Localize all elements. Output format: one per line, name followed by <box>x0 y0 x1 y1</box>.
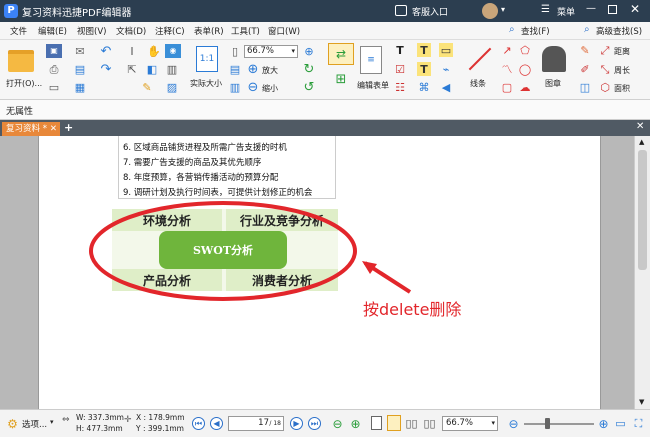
status-zoom-value: 66.7% <box>446 418 474 428</box>
zoom-out-icon[interactable]: ⊖ <box>507 417 520 430</box>
y-readout: Y : 399.1mm <box>136 424 184 433</box>
continuous-page-icon[interactable] <box>387 415 401 431</box>
zoom-slider-thumb[interactable] <box>545 418 550 429</box>
size-icon: ⇔ <box>62 415 70 425</box>
facing-page-icon[interactable]: ▯▯ <box>404 416 419 430</box>
page-total: / 18 <box>269 420 281 427</box>
page-number-value: 17 <box>258 418 269 428</box>
x-readout: X : 178.9mm <box>136 413 185 422</box>
single-page-icon[interactable] <box>371 416 382 430</box>
zoom-in-icon[interactable]: ⊕ <box>597 417 610 430</box>
forward-icon[interactable]: ⊕ <box>349 417 362 430</box>
back-icon[interactable]: ⊖ <box>331 417 344 430</box>
width-readout: W: 337.3mm <box>76 413 124 422</box>
options-button[interactable]: 选项... <box>22 418 47 430</box>
last-page-button[interactable]: ⏭ <box>308 417 321 430</box>
fit-window-icon[interactable]: ▭ <box>614 417 627 430</box>
first-page-button[interactable]: ⏮ <box>192 417 205 430</box>
fullscreen-icon[interactable]: ⛶ <box>632 417 645 430</box>
status-zoom-select[interactable]: 66.7% ▾ <box>442 416 498 431</box>
options-dropdown-icon[interactable]: ▾ <box>50 418 54 426</box>
facing-continuous-icon[interactable]: ▯▯ <box>422 416 437 430</box>
annotation-overlay <box>89 201 412 301</box>
annotation-text: 按delete删除 <box>363 300 462 319</box>
zoom-slider-track[interactable] <box>524 423 594 425</box>
chevron-down-icon: ▾ <box>491 419 495 427</box>
next-page-button[interactable]: ▶ <box>290 417 303 430</box>
highlight-ellipse <box>89 201 357 301</box>
prev-page-button[interactable]: ◀ <box>210 417 223 430</box>
height-readout: H: 477.3mm <box>76 424 123 433</box>
status-bar: ⚙ 选项... ▾ ⇔ W: 337.3mm H: 477.3mm ✛ X : … <box>0 409 650 437</box>
page-number-input[interactable]: 17/ 18 <box>228 416 284 431</box>
gear-icon[interactable]: ⚙ <box>6 417 19 430</box>
position-icon: ✛ <box>124 415 132 425</box>
